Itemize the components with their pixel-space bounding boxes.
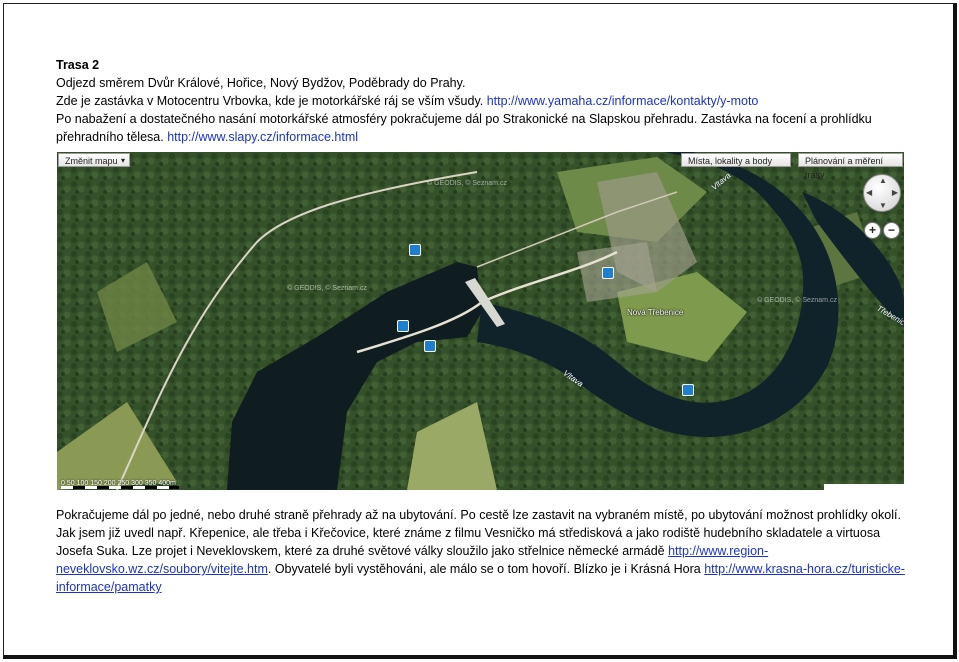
yamaha-link[interactable]: http://www.yamaha.cz/informace/kontakty/… — [487, 94, 759, 108]
outro-paragraph: Pokračujeme dál po jedné, nebo druhé str… — [56, 508, 901, 558]
intro-line-3: Po nabažení a dostatečného nasání motork… — [56, 112, 872, 144]
pan-control[interactable]: ▲ ▼ ◀ ▶ — [863, 174, 901, 212]
pan-left-icon[interactable]: ◀ — [866, 188, 872, 197]
boat-pin-icon[interactable] — [682, 384, 694, 396]
section-title: Trasa 2 — [56, 58, 100, 72]
boat-pin-icon[interactable] — [397, 320, 409, 332]
pan-right-icon[interactable]: ▶ — [892, 188, 898, 197]
map-logo-strip — [824, 484, 904, 490]
slapy-link[interactable]: http://www.slapy.cz/informace.html — [167, 130, 358, 144]
map-watermark: © GEODIS, © Seznam.cz — [427, 180, 507, 187]
zoom-out-button[interactable]: − — [883, 222, 900, 239]
map-scale-bar — [61, 486, 179, 489]
change-map-button[interactable]: Změnit mapu — [58, 153, 130, 168]
route-planning-button[interactable]: Plánování a měření trasy — [798, 153, 903, 180]
zoom-in-button[interactable]: + — [864, 222, 881, 239]
pan-down-icon[interactable]: ▼ — [879, 201, 887, 210]
places-button[interactable]: Místa, lokality a body — [681, 153, 791, 167]
map-imagery — [57, 152, 904, 490]
satellite-map[interactable]: Změnit mapu Místa, lokality a body Pláno… — [57, 152, 904, 490]
pan-up-icon[interactable]: ▲ — [879, 176, 887, 185]
intro-line-2: Zde je zastávka v Motocentru Vrbovka, kd… — [56, 94, 759, 108]
outro-paragraph-2: . Obyvatelé byli vystěhováni, ale málo s… — [267, 562, 705, 576]
intro-text: Trasa 2 Odjezd směrem Dvůr Králové, Hoři… — [56, 56, 886, 146]
bus-pin-icon[interactable] — [602, 267, 614, 279]
intro-line-1: Odjezd směrem Dvůr Králové, Hořice, Nový… — [56, 76, 466, 90]
map-watermark: © GEODIS, © Seznam.cz — [287, 285, 367, 292]
boat-pin-icon[interactable] — [409, 244, 421, 256]
outro-text: Pokračujeme dál po jedné, nebo druhé str… — [56, 506, 906, 596]
town-label: Nová Třebenice — [627, 308, 684, 317]
bus-pin-icon[interactable] — [424, 340, 436, 352]
map-watermark: © GEODIS, © Seznam.cz — [757, 297, 837, 304]
